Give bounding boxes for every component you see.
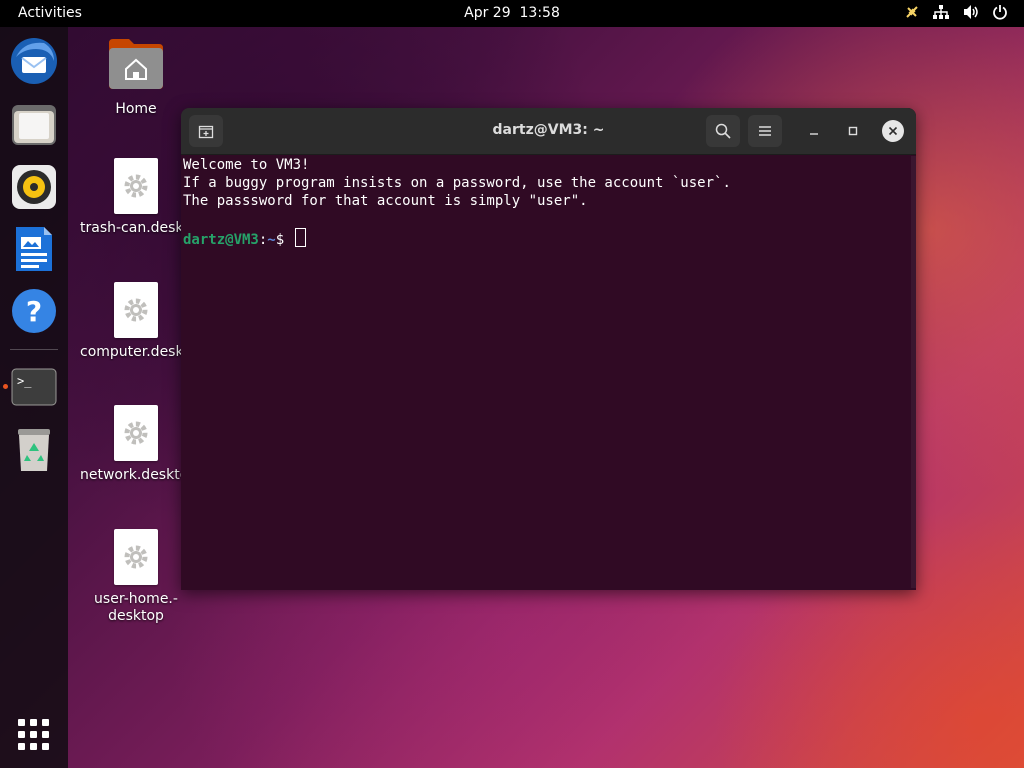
maximize-icon: [848, 126, 858, 136]
terminal-window[interactable]: dartz@VM3: ~ Welcome to VM3! If a buggy p…: [181, 108, 916, 590]
rhythmbox-icon: [12, 165, 56, 209]
dock-item-thunderbird[interactable]: [10, 37, 58, 85]
dock-separator: [10, 349, 58, 350]
svg-text:?: ?: [26, 295, 42, 328]
dock-item-files[interactable]: [10, 101, 58, 149]
hamburger-menu-icon: [759, 126, 771, 136]
desktop-icon-label: user-home.- desktop: [94, 591, 178, 624]
app-grid-icon: [18, 719, 49, 750]
minimize-icon: [810, 133, 818, 135]
files-icon: [12, 105, 56, 145]
minimize-button[interactable]: [804, 121, 824, 141]
clock-button[interactable]: Apr 29 13:58: [464, 5, 560, 21]
desktop-file-tile: [114, 282, 158, 338]
svg-text:>_: >_: [17, 374, 32, 388]
terminal-icon: >_: [11, 368, 57, 406]
dock-item-terminal[interactable]: >_: [10, 363, 58, 411]
trash-icon: [18, 429, 50, 471]
system-tray[interactable]: [904, 4, 1008, 20]
terminal-output[interactable]: Welcome to VM3! If a buggy program insist…: [183, 156, 911, 586]
close-icon: [888, 126, 898, 136]
terminal-line: Welcome to VM3!: [183, 157, 310, 173]
dock-item-show-apps[interactable]: [10, 711, 58, 759]
home-folder-icon: [109, 39, 163, 89]
terminal-header-bar[interactable]: dartz@VM3: ~: [181, 108, 916, 155]
desktop-icon-label: trash-can.desktop: [80, 220, 192, 236]
desktop-file-tile: [114, 405, 158, 461]
prompt-path: ~: [267, 232, 276, 248]
gear-icon: [124, 174, 148, 198]
terminal-line: The passsword for that account is simply…: [183, 193, 588, 209]
menu-button[interactable]: [748, 115, 782, 147]
gear-icon: [124, 421, 148, 445]
desktop-icon-label: network.desktop: [80, 467, 192, 483]
clock: Apr 29 13:58: [0, 5, 1024, 21]
writer-icon: [16, 227, 52, 271]
desktop-icon-home[interactable]: Home: [80, 37, 192, 118]
text-cursor: [294, 228, 306, 247]
screen-share-icon[interactable]: [904, 4, 920, 20]
activities-button[interactable]: Activities: [18, 5, 82, 21]
dock-item-help[interactable]: ?: [10, 287, 58, 335]
maximize-button[interactable]: [843, 121, 863, 141]
desktop-icon-computer[interactable]: computer.desktop: [80, 282, 192, 361]
search-icon: [715, 123, 731, 139]
thunderbird-icon: [11, 38, 57, 84]
top-bar: Activities Apr 29 13:58: [0, 0, 1024, 27]
desktop-icon-trash-can[interactable]: trash-can.desktop: [80, 158, 192, 237]
dock-item-writer[interactable]: [10, 225, 58, 273]
terminal-scrollbar[interactable]: [911, 156, 916, 588]
gear-icon: [124, 298, 148, 322]
running-indicator: [3, 384, 8, 389]
terminal-prompt-line: dartz@VM3:~$: [183, 228, 911, 249]
prompt-symbol: $: [275, 232, 293, 248]
power-icon[interactable]: [992, 4, 1008, 20]
desktop-icon-label: Home: [115, 101, 157, 117]
desktop-icon-user-home[interactable]: user-home.- desktop: [80, 529, 192, 625]
network-icon[interactable]: [932, 4, 950, 20]
desktop-file-tile: [114, 529, 158, 585]
clock-time: 13:58: [519, 5, 560, 21]
volume-icon[interactable]: [962, 4, 980, 20]
help-icon: ?: [12, 289, 56, 333]
desktop-icon-label: computer.desktop: [80, 344, 192, 360]
dock-item-rhythmbox[interactable]: [10, 163, 58, 211]
clock-date: Apr 29: [464, 5, 511, 21]
prompt-user: dartz@VM3: [183, 232, 259, 248]
dock: ? >_: [0, 27, 68, 768]
dock-item-trash[interactable]: [10, 425, 58, 473]
desktop-file-tile: [114, 158, 158, 214]
gear-icon: [124, 545, 148, 569]
terminal-line: If a buggy program insists on a password…: [183, 175, 731, 191]
desktop-icon-network[interactable]: network.desktop: [80, 405, 192, 484]
close-button[interactable]: [882, 120, 904, 142]
search-button[interactable]: [706, 115, 740, 147]
